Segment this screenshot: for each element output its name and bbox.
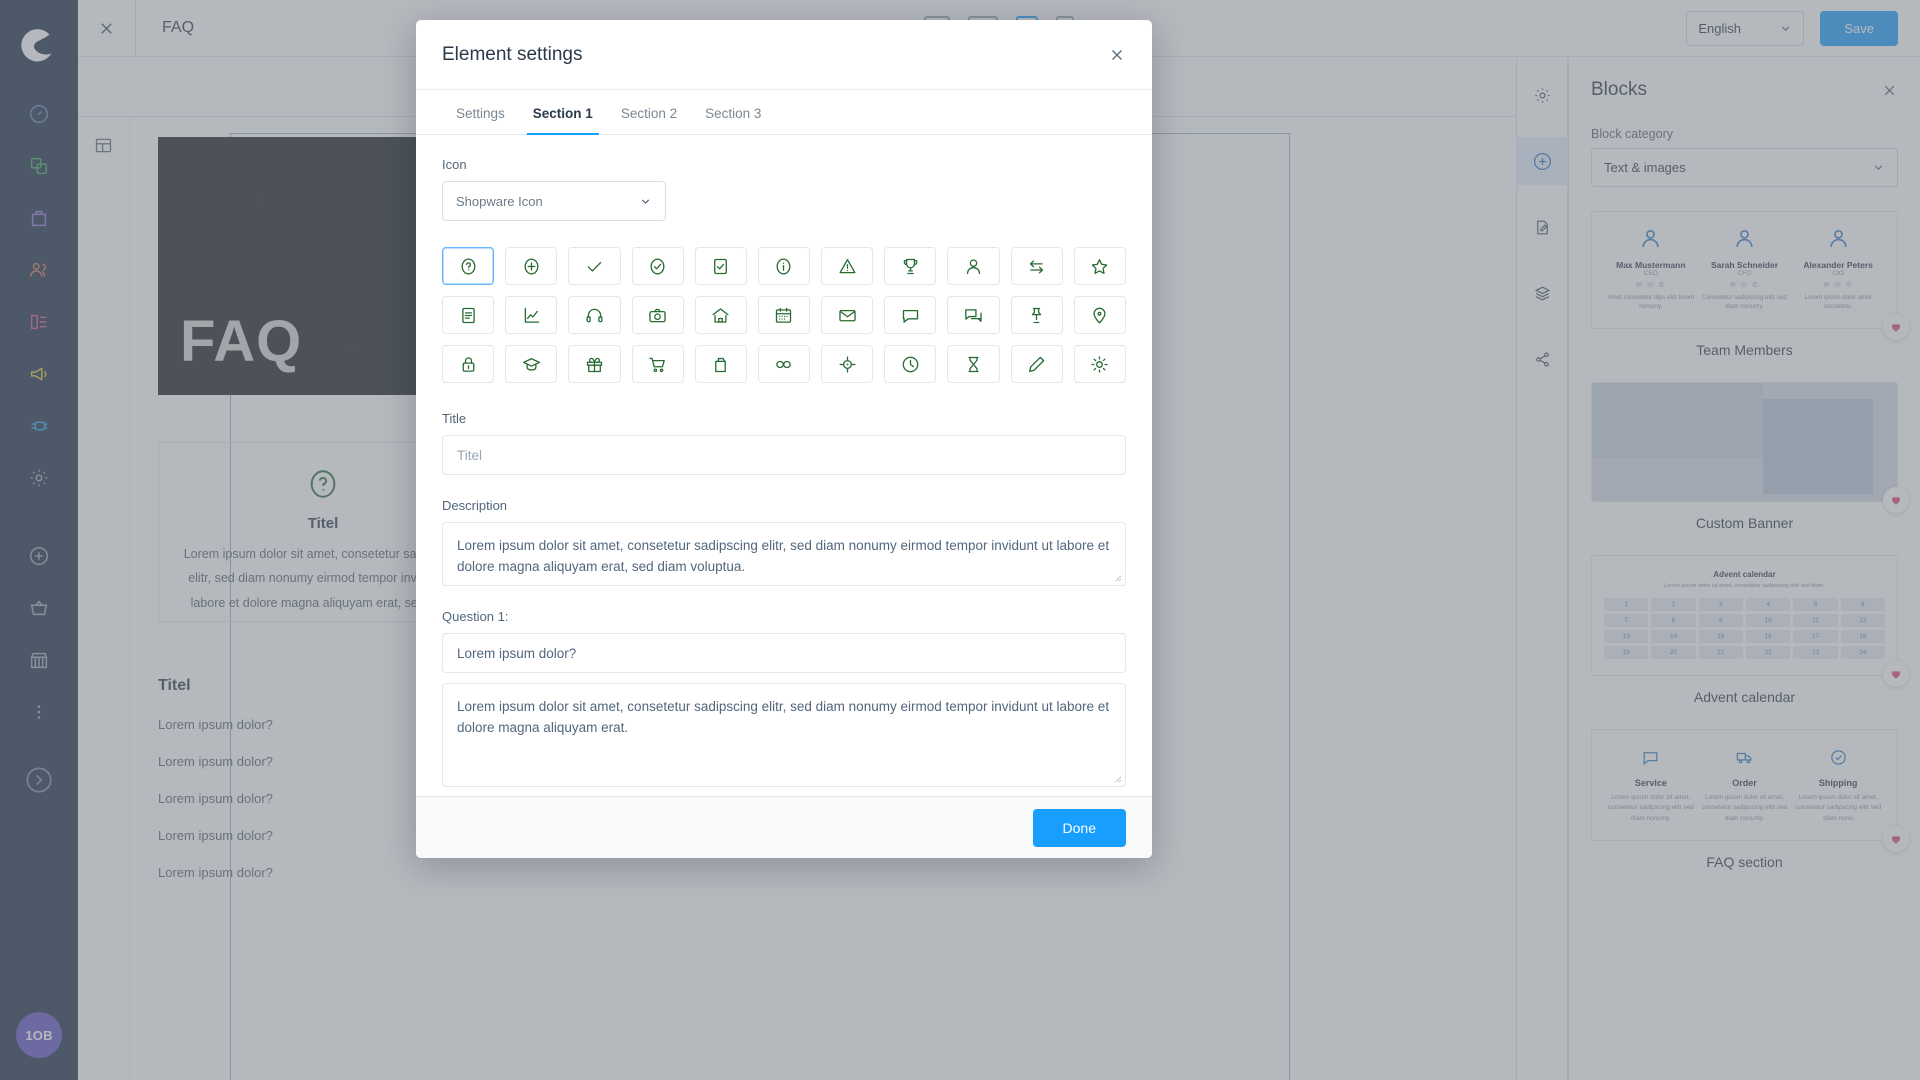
icon-option-speech-bubble[interactable] [884,296,937,334]
icon-option-plus-circle[interactable] [505,247,558,285]
icon-option-envelope[interactable] [821,296,874,334]
tab-section-1[interactable]: Section 1 [519,90,607,135]
icon-option-infinity[interactable] [757,345,811,383]
icon-picker-grid [442,247,1126,383]
icon-option-check-circle[interactable] [631,247,684,285]
modal-tabs: Settings Section 1 Section 2 Section 3 [416,90,1152,135]
icon-option-speech-bubbles[interactable] [947,296,1000,334]
question1-field-label: Question 1: [442,609,509,624]
icon-option-shopping-bag[interactable] [694,345,747,383]
icon-option-chart-line[interactable] [505,296,558,334]
icon-set-value: Shopware Icon [456,193,543,209]
modal-header: Element settings [416,20,1152,90]
icon-option-check[interactable] [568,247,621,285]
close-icon[interactable] [1108,46,1126,64]
icon-option-pin[interactable] [1010,296,1063,334]
icon-option-clock[interactable] [884,345,937,383]
modal-body: Icon Shopware Icon Title Titel Descripti… [416,135,1152,796]
resize-grip-icon[interactable] [1113,573,1122,582]
icon-option-hourglass[interactable] [947,345,1000,383]
icon-option-target[interactable] [821,345,874,383]
title-input[interactable]: Titel [442,435,1126,475]
title-field-group: Title Titel [442,411,1126,475]
icon-option-lock[interactable] [442,345,495,383]
icon-option-info-circle[interactable] [757,247,811,285]
description-field-label: Description [442,498,508,513]
icon-option-camera[interactable] [631,296,684,334]
icon-option-checkbox[interactable] [694,247,747,285]
icon-option-gift[interactable] [568,345,621,383]
icon-option-gear[interactable] [1073,345,1126,383]
question1-input[interactable]: Lorem ipsum dolor? [442,633,1126,673]
tab-section-3[interactable]: Section 3 [691,90,775,134]
description-textarea[interactable]: Lorem ipsum dolor sit amet, consetetur s… [442,522,1126,586]
icon-option-trophy[interactable] [884,247,937,285]
modal-footer: Done [416,796,1152,858]
done-button[interactable]: Done [1032,808,1126,847]
icon-option-home[interactable] [694,296,747,334]
description-value: Lorem ipsum dolor sit amet, consetetur s… [457,538,1110,574]
element-settings-modal: Element settings Settings Section 1 Sect… [416,20,1152,858]
description-field-group: Description Lorem ipsum dolor sit amet, … [442,498,1126,586]
icon-option-warning-triangle[interactable] [821,247,874,285]
icon-option-swap-arrows[interactable] [1010,247,1063,285]
tab-settings[interactable]: Settings [442,90,519,134]
page-root: 1OB FAQ English Save [0,0,1920,1080]
icon-option-map-marker[interactable] [1073,296,1126,334]
icon-option-graduation-cap[interactable] [505,345,558,383]
icon-option-star[interactable] [1073,247,1126,285]
icon-set-select[interactable]: Shopware Icon [442,181,666,221]
icon-option-shopping-cart[interactable] [631,345,684,383]
modal-title: Element settings [442,43,583,65]
chevron-down-icon [641,198,650,204]
answer1-value: Lorem ipsum dolor sit amet, consetetur s… [457,699,1110,735]
title-field-label: Title [442,411,467,426]
question1-field-group: Question 1: Lorem ipsum dolor? Lorem ips… [442,609,1126,787]
tab-section-2[interactable]: Section 2 [607,90,691,134]
icon-option-document-lines[interactable] [442,296,495,334]
resize-grip-icon[interactable] [1113,774,1122,783]
icon-field-label: Icon [442,157,467,172]
icon-option-headset[interactable] [568,296,621,334]
icon-option-person[interactable] [947,247,1000,285]
answer1-textarea[interactable]: Lorem ipsum dolor sit amet, consetetur s… [442,683,1126,787]
icon-option-pencil[interactable] [1010,345,1063,383]
icon-option-calendar[interactable] [757,296,811,334]
icon-option-question-circle[interactable] [442,247,495,285]
